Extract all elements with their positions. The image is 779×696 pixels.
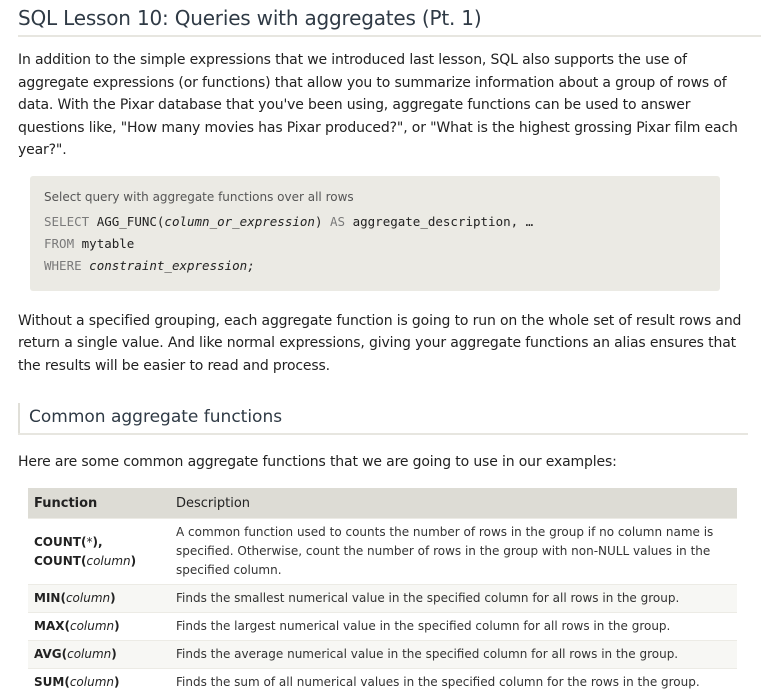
grouping-paragraph: Without a specified grouping, each aggre… [18, 310, 758, 378]
table-row: AVG(column) Finds the average numerical … [28, 641, 737, 669]
table-header-row: Function Description [28, 488, 737, 519]
function-name: SUM(column) [28, 669, 170, 696]
header-function: Function [28, 488, 170, 519]
function-description: A common function used to counts the num… [170, 519, 737, 585]
code-line-where: WHERE constraint_expression; [44, 255, 720, 277]
intro-paragraph: In addition to the simple expressions th… [18, 49, 758, 162]
header-description: Description [170, 488, 737, 519]
code-caption: Select query with aggregate functions ov… [44, 188, 720, 206]
function-description: Finds the smallest numerical value in th… [170, 585, 737, 613]
function-description: Finds the average numerical value in the… [170, 641, 737, 669]
code-example-box: Select query with aggregate functions ov… [30, 176, 720, 291]
title-divider [18, 35, 761, 37]
function-name: MAX(column) [28, 613, 170, 641]
page-title: SQL Lesson 10: Queries with aggregates (… [18, 0, 761, 31]
function-name: MIN(column) [28, 585, 170, 613]
function-name: AVG(column) [28, 641, 170, 669]
table-row: SUM(column) Finds the sum of all numeric… [28, 669, 737, 696]
section-header: Common aggregate functions [18, 403, 761, 437]
table-row: MIN(column) Finds the smallest numerical… [28, 585, 737, 613]
function-description: Finds the sum of all numerical values in… [170, 669, 737, 696]
table-row: MAX(column) Finds the largest numerical … [28, 613, 737, 641]
table-intro-paragraph: Here are some common aggregate functions… [18, 451, 761, 473]
section-title: Common aggregate functions [29, 405, 282, 429]
lesson-page: SQL Lesson 10: Queries with aggregates (… [0, 0, 779, 696]
code-line-select: SELECT AGG_FUNC(column_or_expression) AS… [44, 211, 720, 233]
code-line-from: FROM mytable [44, 233, 720, 255]
section-accent-bar [18, 403, 20, 433]
function-description: Finds the largest numerical value in the… [170, 613, 737, 641]
code-block: SELECT AGG_FUNC(column_or_expression) AS… [44, 211, 720, 277]
aggregate-functions-table: Function Description COUNT(*), COUNT(col… [28, 488, 737, 696]
table-row: COUNT(*), COUNT(column) A common functio… [28, 519, 737, 585]
section-divider [18, 433, 748, 435]
function-name: COUNT(*), COUNT(column) [28, 519, 170, 585]
